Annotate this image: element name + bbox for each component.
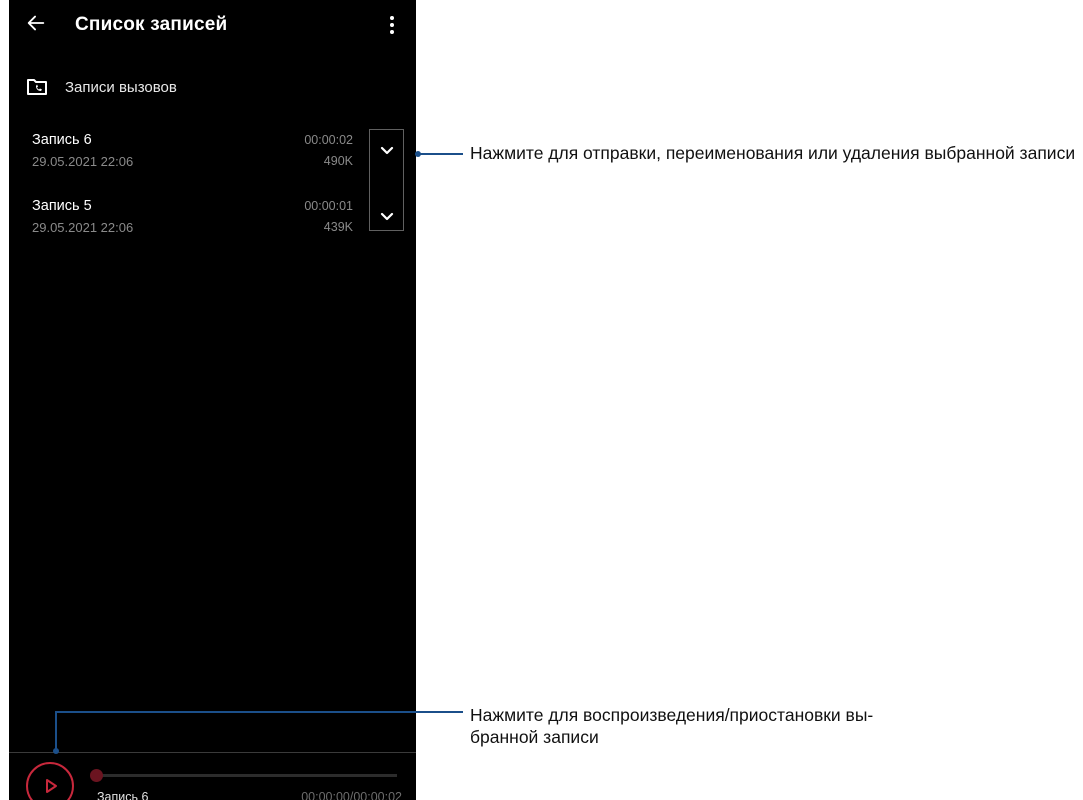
callout-play-pause-line: Нажмите для воспроизведения/приостановки…: [470, 705, 874, 725]
play-icon: [46, 779, 57, 793]
recording-name: Запись 5: [32, 198, 92, 214]
callout-dot: [53, 748, 59, 754]
chevron-down-icon[interactable]: [378, 142, 396, 160]
recording-duration: 00:00:01: [304, 199, 353, 213]
chevron-down-icon[interactable]: [378, 208, 396, 226]
page-title: Список записей: [75, 14, 228, 35]
app-bar: Список записей: [9, 0, 416, 56]
seek-thumb[interactable]: [90, 769, 103, 782]
recording-item[interactable]: Запись 5 29.05.2021 22:06 00:00:01 439K: [9, 198, 369, 248]
more-vertical-icon[interactable]: [383, 14, 401, 36]
folder-label: Записи вызовов: [65, 79, 177, 96]
callout-play-pause: Нажмите для воспроизведения/приостановки…: [470, 704, 950, 748]
callout-line: [55, 711, 463, 713]
options-highlight-box: [369, 129, 404, 231]
callout-line: [55, 711, 57, 751]
recording-duration: 00:00:02: [304, 133, 353, 147]
callout-play-pause-line: бранной записи: [470, 727, 599, 747]
recording-size: 490K: [323, 154, 353, 168]
player-divider: [9, 752, 416, 753]
folder-row[interactable]: Записи вызовов: [9, 70, 416, 106]
recording-date: 29.05.2021 22:06: [32, 220, 134, 235]
arrow-left-icon[interactable]: [25, 12, 47, 34]
recording-date: 29.05.2021 22:06: [32, 154, 134, 169]
recording-item[interactable]: Запись 6 29.05.2021 22:06 00:00:02 490K: [9, 132, 369, 182]
seek-track[interactable]: [95, 774, 397, 777]
recording-name: Запись 6: [32, 132, 92, 148]
callout-line: [418, 153, 463, 155]
callout-options: Нажмите для отправки, переименования или…: [470, 143, 1076, 163]
phone-screen: Список записей Записи вызовов Запись 6 2…: [9, 0, 416, 800]
player-track-name: Запись 6: [97, 790, 149, 800]
player-time: 00:00:00/00:00:02: [301, 790, 402, 800]
play-button[interactable]: [26, 762, 74, 800]
folder-phone-icon: [27, 79, 47, 95]
recording-size: 439K: [323, 220, 353, 234]
